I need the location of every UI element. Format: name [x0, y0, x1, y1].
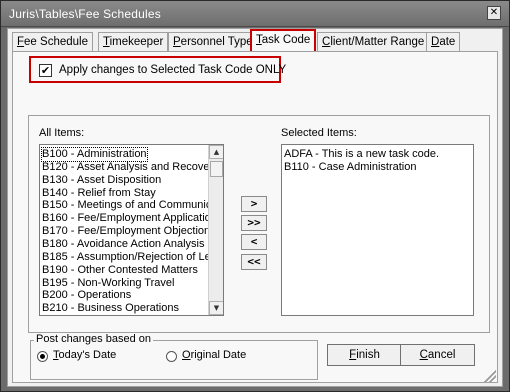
post-changes-legend: Post changes based on — [34, 333, 153, 345]
add-all-button[interactable]: >> — [241, 215, 267, 231]
apply-checkbox-label: Apply changes to Selected Task Code ONLY — [59, 64, 287, 76]
tab-date[interactable]: Date — [426, 32, 461, 52]
scroll-down-icon[interactable]: ▼ — [209, 301, 223, 315]
all-items-label: All Items: — [39, 127, 85, 139]
list-item[interactable]: B160 - Fee/Employment Applicatio — [42, 212, 211, 225]
title-bar[interactable]: Juris\Tables\Fee Schedules ✕ — [1, 1, 509, 27]
radio-selected-dot — [40, 354, 45, 359]
finish-button[interactable]: Finish — [327, 344, 402, 366]
tab-task-code[interactable]: Task Code — [249, 29, 317, 53]
remove-selected-button[interactable]: < — [241, 234, 267, 250]
radio-label: oday's Date — [58, 349, 117, 361]
list-item[interactable]: B190 - Other Contested Matters — [42, 264, 198, 277]
tab-timekeeper[interactable]: Timekeeper — [98, 32, 169, 52]
list-item[interactable]: B130 - Asset Disposition — [42, 174, 161, 187]
tab-label: imekeeper — [109, 36, 164, 48]
list-item[interactable]: B150 - Meetings of and Communic — [42, 199, 211, 212]
tab-label-accelerator: P — [173, 36, 181, 48]
add-selected-button[interactable]: > — [241, 196, 267, 212]
tab-label: ate — [439, 36, 456, 48]
window-title: Juris\Tables\Fee Schedules — [9, 7, 161, 21]
tab-label-accelerator: F — [17, 36, 25, 48]
list-item[interactable]: B110 - Case Administration — [284, 161, 416, 174]
tab-label-accelerator: T — [103, 36, 110, 48]
close-icon[interactable]: ✕ — [487, 6, 501, 20]
scroll-thumb[interactable] — [210, 161, 223, 177]
list-item[interactable]: B200 - Operations — [42, 289, 131, 302]
apply-checkbox[interactable]: ✔ — [39, 64, 52, 77]
original-date-radio[interactable] — [166, 351, 177, 362]
all-items-listbox[interactable]: B100 - Administration B120 - Asset Analys… — [39, 144, 224, 316]
list-item[interactable]: B100 - Administration — [41, 147, 148, 162]
all-items-scrollbar[interactable]: ▲ ▼ — [208, 145, 223, 315]
tab-label: ask Code — [261, 34, 311, 46]
scroll-up-icon[interactable]: ▲ — [209, 145, 223, 159]
list-item[interactable]: ADFA - This is a new task code. — [284, 148, 439, 161]
tab-fee-schedule[interactable]: Fee Schedule — [12, 32, 93, 52]
list-item[interactable]: B140 - Relief from Stay — [42, 187, 156, 200]
list-item[interactable]: B185 - Assumption/Rejection of Le — [42, 251, 211, 264]
dialog-client-area: Fee Schedule Timekeeper Personnel Type T… — [7, 28, 503, 387]
selected-items-listbox[interactable]: ADFA - This is a new task code. B110 - Ca… — [281, 144, 474, 316]
list-item[interactable]: B195 - Non-Working Travel — [42, 277, 174, 290]
fee-schedules-window: Juris\Tables\Fee Schedules ✕ Fee Schedul… — [0, 0, 510, 392]
todays-date-radio[interactable] — [37, 351, 48, 362]
list-item[interactable]: B170 - Fee/Employment Objection — [42, 225, 210, 238]
original-date-label[interactable]: Original Date — [182, 349, 246, 361]
tab-label: lient/Matter Range — [330, 36, 425, 48]
radio-label: riginal Date — [190, 349, 247, 361]
tab-label: ee Schedule — [24, 36, 88, 48]
selected-items-label: Selected Items: — [281, 127, 357, 139]
apply-selected-task-code-option[interactable]: ✔ Apply changes to Selected Task Code ON… — [29, 56, 286, 83]
button-accelerator: C — [419, 349, 428, 361]
remove-all-button[interactable]: << — [241, 254, 267, 270]
tab-personnel-type[interactable]: Personnel Type — [168, 32, 258, 52]
todays-date-label[interactable]: Today's Date — [53, 349, 116, 361]
cancel-button[interactable]: Cancel — [400, 344, 475, 366]
list-item[interactable]: B210 - Business Operations — [42, 302, 179, 315]
tab-label: ersonnel Type — [180, 36, 253, 48]
list-item[interactable]: B180 - Avoidance Action Analysis — [42, 238, 204, 251]
button-label: ancel — [427, 349, 456, 361]
radio-label-accelerator: O — [182, 349, 191, 361]
tab-client-matter-range[interactable]: Client/Matter Range — [317, 32, 430, 52]
resize-grip-icon[interactable] — [484, 370, 496, 382]
button-label: inish — [356, 349, 380, 361]
list-item[interactable]: B120 - Asset Analysis and Recove — [42, 161, 210, 174]
